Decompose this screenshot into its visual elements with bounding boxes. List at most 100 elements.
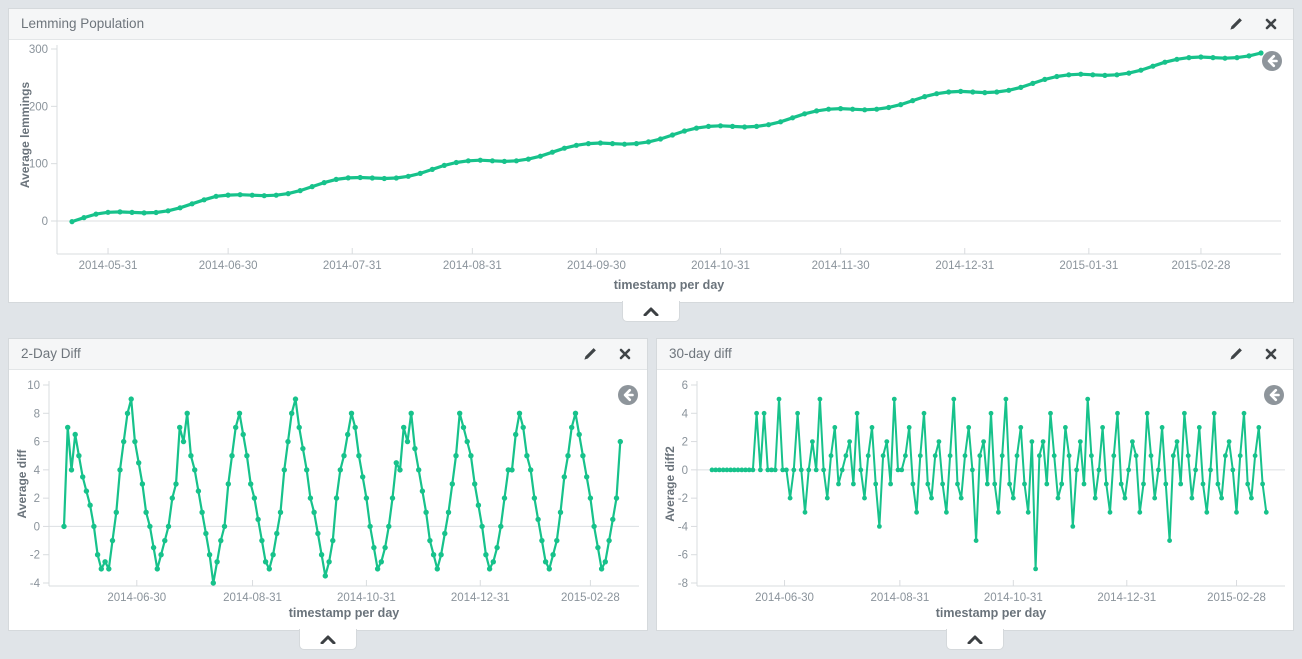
data-point xyxy=(577,432,582,437)
data-point xyxy=(1245,482,1250,487)
data-point xyxy=(300,446,305,451)
data-point xyxy=(1230,468,1235,473)
data-point xyxy=(334,495,339,500)
panel-header[interactable]: 2-Day Diff xyxy=(9,339,647,370)
data-point xyxy=(963,453,968,458)
data-point xyxy=(1100,425,1105,430)
data-point xyxy=(346,175,351,180)
data-point xyxy=(574,143,579,148)
data-point xyxy=(69,219,74,224)
data-point xyxy=(263,559,268,564)
data-point xyxy=(1078,439,1083,444)
data-point xyxy=(1149,453,1154,458)
data-point xyxy=(367,524,372,529)
panel-header[interactable]: 30-day diff xyxy=(657,339,1293,370)
data-point xyxy=(1216,482,1221,487)
close-panel-button[interactable] xyxy=(1265,18,1277,30)
data-point xyxy=(922,94,927,99)
data-point xyxy=(158,552,163,557)
data-point xyxy=(323,573,328,578)
x-axis-title: timestamp per day xyxy=(57,278,1281,292)
data-point xyxy=(974,538,979,543)
edit-panel-button[interactable] xyxy=(1229,17,1243,31)
data-point xyxy=(1186,55,1191,60)
data-point xyxy=(106,566,111,571)
data-point xyxy=(330,538,335,543)
data-point xyxy=(1056,496,1061,501)
data-point xyxy=(1178,482,1183,487)
y-tick-label: 10 xyxy=(27,380,40,392)
legend-toggle-button[interactable] xyxy=(617,384,639,406)
data-point xyxy=(528,467,533,472)
data-point xyxy=(233,425,238,430)
data-point xyxy=(981,439,986,444)
data-point xyxy=(360,474,365,479)
data-point xyxy=(521,425,526,430)
close-panel-button[interactable] xyxy=(1265,348,1277,360)
data-point xyxy=(1126,468,1131,473)
data-point xyxy=(586,141,591,146)
data-point xyxy=(682,128,687,133)
data-point xyxy=(1108,510,1113,515)
data-point xyxy=(509,467,514,472)
x-tick-label: 2014-12-31 xyxy=(1097,592,1156,602)
data-point xyxy=(1022,482,1027,487)
data-point xyxy=(977,453,982,458)
data-point xyxy=(255,517,260,522)
y-tick-label: 0 xyxy=(34,521,40,533)
data-point xyxy=(646,139,651,144)
data-point xyxy=(102,559,107,564)
data-point xyxy=(580,453,585,458)
y-tick-label: -6 xyxy=(678,550,688,562)
data-point xyxy=(244,453,249,458)
edit-panel-button[interactable] xyxy=(1229,347,1243,361)
data-point xyxy=(1119,482,1124,487)
data-point xyxy=(959,496,964,501)
collapse-panel-button[interactable] xyxy=(622,301,680,322)
data-point xyxy=(1156,468,1161,473)
pencil-icon xyxy=(1229,17,1243,31)
data-point xyxy=(1006,88,1011,93)
x-tick-label: 2014-12-31 xyxy=(935,260,994,272)
data-point xyxy=(1137,510,1142,515)
panel-header[interactable]: Lemming Population xyxy=(9,9,1293,40)
data-point xyxy=(985,482,990,487)
legend-toggle-button[interactable] xyxy=(1263,384,1285,406)
data-point xyxy=(989,411,994,416)
data-point xyxy=(454,160,459,165)
data-point xyxy=(76,453,81,458)
data-point xyxy=(315,531,320,536)
data-point xyxy=(1222,56,1227,61)
collapse-panel-button[interactable] xyxy=(299,629,357,650)
y-tick-label: 0 xyxy=(682,465,688,477)
data-point xyxy=(1197,425,1202,430)
line-chart-canvas: 01002003002014-05-312014-06-302014-07-31… xyxy=(9,40,1293,273)
data-point xyxy=(442,163,447,168)
legend-toggle-button[interactable] xyxy=(1261,50,1283,72)
data-point xyxy=(341,453,346,458)
chevron-up-icon xyxy=(643,307,659,316)
data-point xyxy=(829,453,834,458)
collapse-panel-button[interactable] xyxy=(946,629,1004,650)
x-tick-label: 2015-02-28 xyxy=(561,592,620,602)
chart-area: -8-6-4-202462014-06-302014-08-312014-10-… xyxy=(657,370,1293,602)
data-point xyxy=(706,124,711,129)
data-point xyxy=(65,425,70,430)
data-point xyxy=(1114,72,1119,77)
close-panel-button[interactable] xyxy=(619,348,631,360)
data-point xyxy=(203,531,208,536)
data-point xyxy=(806,468,811,473)
x-axis-title: timestamp per day xyxy=(697,606,1285,620)
data-point xyxy=(438,552,443,557)
x-tick-label: 2014-10-31 xyxy=(984,592,1043,602)
data-point xyxy=(379,559,384,564)
data-point xyxy=(129,396,134,401)
data-point xyxy=(226,481,231,486)
data-point xyxy=(1208,468,1213,473)
data-point xyxy=(970,468,975,473)
data-point xyxy=(1063,425,1068,430)
data-point xyxy=(1260,482,1265,487)
data-point xyxy=(310,184,315,189)
data-point xyxy=(584,474,589,479)
edit-panel-button[interactable] xyxy=(583,347,597,361)
